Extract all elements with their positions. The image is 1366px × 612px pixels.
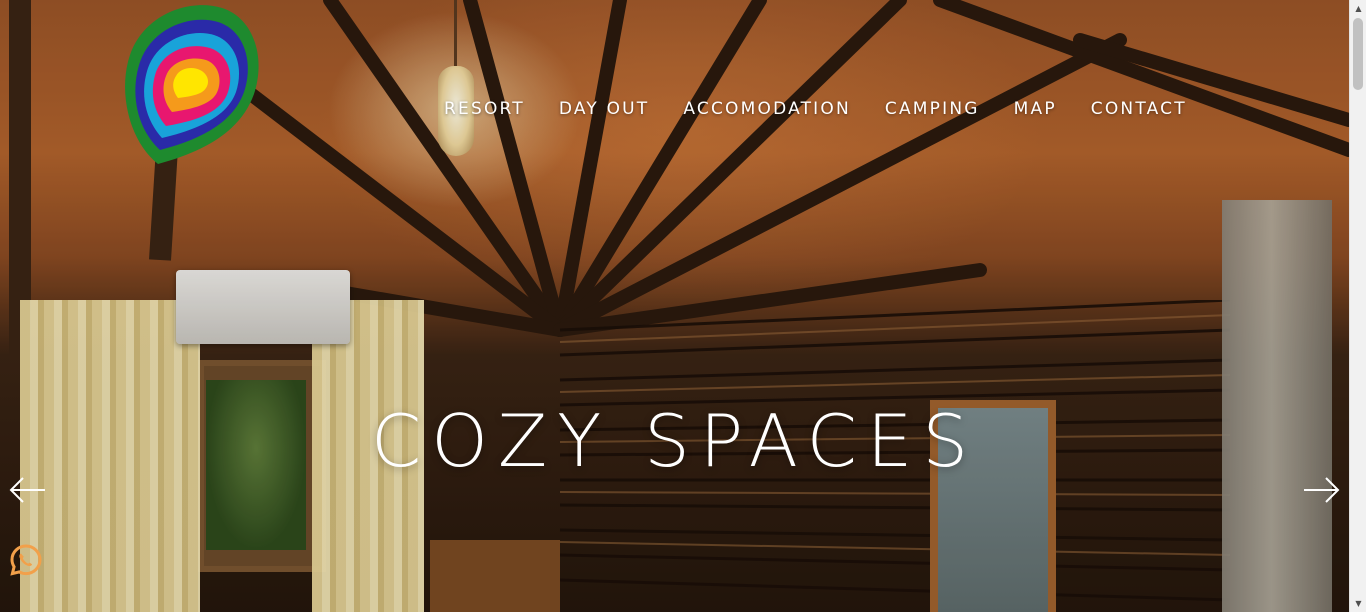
page: RESORT DAY OUT ACCOMODATION CAMPING MAP … xyxy=(0,0,1366,612)
nav-item-resort[interactable]: RESORT xyxy=(444,96,542,122)
scroll-thumb[interactable] xyxy=(1353,18,1363,90)
hero-headline: COZY SPACES xyxy=(370,399,979,483)
slider-next-button[interactable] xyxy=(1302,476,1340,504)
nav-item-contact[interactable]: CONTACT xyxy=(1074,96,1204,122)
nav-item-map[interactable]: MAP xyxy=(997,96,1074,122)
arrow-right-icon xyxy=(1304,477,1340,503)
nav-item-accomodation[interactable]: ACCOMODATION xyxy=(666,96,868,122)
site-logo[interactable] xyxy=(118,0,264,166)
nav-item-camping[interactable]: CAMPING xyxy=(868,96,997,122)
slider-prev-button[interactable] xyxy=(9,476,47,504)
whatsapp-button[interactable] xyxy=(9,543,43,577)
scroll-down-icon[interactable]: ▼ xyxy=(1350,595,1366,612)
nav-item-day-out[interactable]: DAY OUT xyxy=(542,96,667,122)
arrow-left-icon xyxy=(9,477,45,503)
main-nav: RESORT DAY OUT ACCOMODATION CAMPING MAP … xyxy=(444,96,1204,122)
whatsapp-icon xyxy=(10,544,42,576)
page-scrollbar[interactable]: ▲ ▼ xyxy=(1349,0,1366,612)
paisley-logo-icon xyxy=(125,5,259,164)
scroll-up-icon[interactable]: ▲ xyxy=(1350,0,1366,17)
